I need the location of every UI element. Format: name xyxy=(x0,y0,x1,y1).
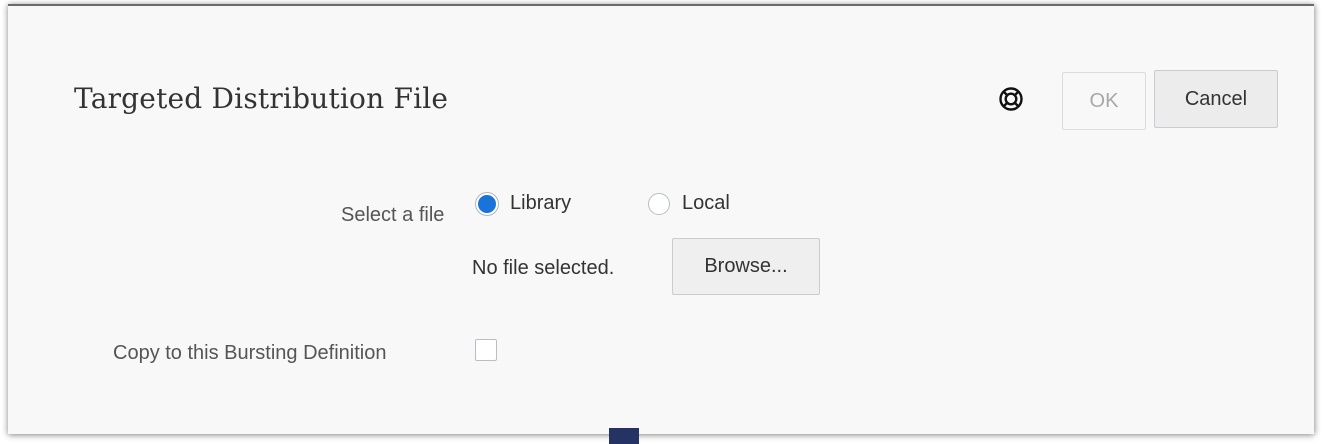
library-radio-label[interactable]: Library xyxy=(510,192,571,215)
browse-button[interactable]: Browse... xyxy=(672,238,820,295)
local-radio-label[interactable]: Local xyxy=(682,192,730,215)
ok-button[interactable]: OK xyxy=(1062,72,1146,130)
dialog-title: Targeted Distribution File xyxy=(74,82,449,115)
lifebuoy-help-icon[interactable] xyxy=(998,86,1024,112)
select-file-label: Select a file xyxy=(341,204,445,226)
selected-file-status: No file selected. xyxy=(472,257,615,279)
copy-bursting-definition-label: Copy to this Bursting Definition xyxy=(113,342,387,364)
screen-background: Targeted Distribution File OK Cancel Sel… xyxy=(0,0,1325,444)
library-radio[interactable] xyxy=(476,193,498,215)
partial-dark-control xyxy=(609,428,639,444)
cancel-button[interactable]: Cancel xyxy=(1154,70,1278,128)
targeted-distribution-file-dialog: Targeted Distribution File OK Cancel Sel… xyxy=(8,4,1314,434)
local-radio[interactable] xyxy=(648,193,670,215)
copy-bursting-definition-checkbox[interactable] xyxy=(475,339,497,361)
